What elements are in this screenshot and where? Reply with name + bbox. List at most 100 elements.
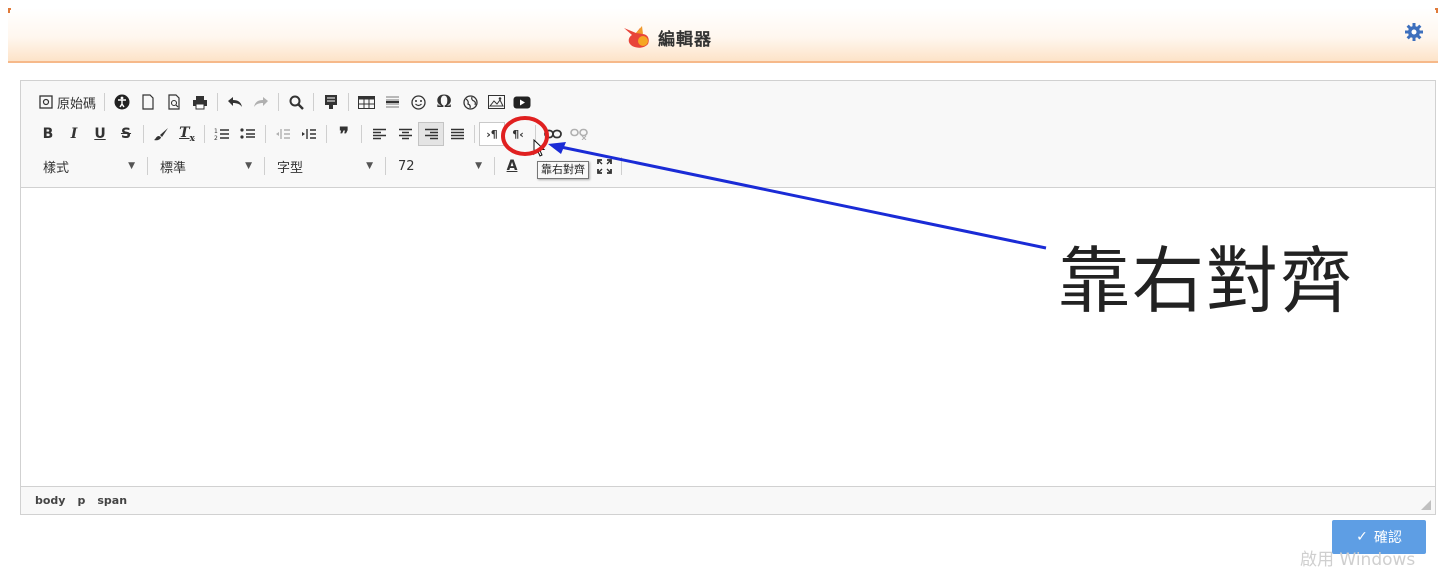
numbered-list-button[interactable]: 12 <box>209 122 235 146</box>
source-button-label: 原始碼 <box>57 96 97 112</box>
toolbar-separator <box>204 125 205 143</box>
outdent-button[interactable] <box>270 122 296 146</box>
ltr-icon: ›¶ <box>486 127 498 141</box>
smiley-button[interactable] <box>405 90 431 114</box>
table-icon <box>357 95 375 109</box>
accessibility-icon <box>114 94 130 110</box>
app-header: 編輯器 <box>8 8 1438 63</box>
path-crumb-p[interactable]: p <box>77 494 85 507</box>
svg-text:1: 1 <box>214 128 218 135</box>
brand: 編輯器 <box>622 22 712 52</box>
paintbrush-icon <box>154 128 168 141</box>
print-icon <box>193 95 208 109</box>
indent-button[interactable] <box>296 122 322 146</box>
chevron-down-icon: ▼ <box>475 161 482 171</box>
toolbar-separator <box>494 157 495 175</box>
toolbar-separator <box>264 157 265 175</box>
bulleted-list-button[interactable] <box>235 122 261 146</box>
bird-logo-icon <box>624 26 649 48</box>
unlink-button[interactable] <box>566 122 592 146</box>
redo-button[interactable] <box>248 90 274 114</box>
align-center-button[interactable] <box>392 122 418 146</box>
bulleted-list-icon <box>240 128 255 139</box>
annotation-label: 靠右對齊 <box>1058 239 1355 323</box>
align-justify-icon <box>450 128 464 140</box>
ltr-button[interactable]: ›¶ <box>479 122 505 146</box>
preview-button[interactable] <box>161 90 187 114</box>
settings-button[interactable] <box>1404 22 1424 42</box>
font-combo-label: 字型 <box>277 160 304 176</box>
bold-button[interactable]: B <box>35 122 61 146</box>
globe-icon <box>462 94 478 110</box>
align-justify-button[interactable] <box>444 122 470 146</box>
toolbar-row-1: 原始碼 Ω <box>35 89 535 115</box>
new-page-icon <box>142 94 154 110</box>
text-color-button[interactable]: A <box>499 154 525 178</box>
chevron-down-icon: ▼ <box>245 161 252 171</box>
format-combo-label: 標準 <box>160 160 187 176</box>
blockquote-button[interactable]: ❞ <box>331 122 357 146</box>
special-char-button[interactable]: Ω <box>431 90 457 114</box>
omega-icon: Ω <box>436 92 452 112</box>
toolbar-separator <box>265 125 266 143</box>
style-combo[interactable]: 樣式 ▼ <box>35 154 143 178</box>
font-size-combo[interactable]: 72 ▼ <box>390 154 490 178</box>
path-crumb-span[interactable]: span <box>97 494 127 507</box>
align-right-icon <box>424 128 438 140</box>
format-combo[interactable]: 標準 ▼ <box>152 154 260 178</box>
find-button[interactable] <box>283 90 309 114</box>
video-icon <box>513 96 531 108</box>
header-corner-right <box>1435 8 1438 13</box>
preview-icon <box>168 94 180 110</box>
maximize-button[interactable] <box>591 154 617 178</box>
check-icon: ✓ <box>1356 529 1368 545</box>
tooltip: 靠右對齊 <box>537 161 589 179</box>
text-color-icon: A <box>506 158 518 174</box>
clear-format-icon: Tx <box>179 124 195 144</box>
page-title: 編輯器 <box>658 29 712 50</box>
italic-button[interactable]: I <box>61 122 87 146</box>
youtube-button[interactable] <box>509 90 535 114</box>
toolbar-separator <box>348 93 350 111</box>
confirm-button-label: 確認 <box>1373 530 1402 546</box>
strikethrough-icon: S <box>120 126 132 142</box>
toolbar-separator <box>313 93 315 111</box>
link-icon <box>544 129 562 139</box>
undo-button[interactable] <box>222 90 248 114</box>
remove-format-button[interactable]: Tx <box>174 122 200 146</box>
horizontal-line-button[interactable] <box>379 90 405 114</box>
image-icon <box>487 95 505 109</box>
print-button[interactable] <box>187 90 213 114</box>
align-left-icon <box>372 128 386 140</box>
strike-button[interactable]: S <box>113 122 139 146</box>
accessibility-button[interactable] <box>109 90 135 114</box>
horizontal-line-icon <box>385 96 399 108</box>
mouse-cursor-icon <box>533 139 546 157</box>
quote-icon: ❞ <box>339 123 349 145</box>
search-icon <box>289 95 304 110</box>
undo-icon <box>228 97 243 107</box>
toolbar-separator <box>621 157 622 175</box>
source-icon <box>39 95 53 109</box>
source-button[interactable]: 原始碼 <box>35 90 100 114</box>
table-button[interactable] <box>353 90 379 114</box>
underline-button[interactable]: U <box>87 122 113 146</box>
smiley-icon <box>410 94 426 110</box>
italic-icon: I <box>70 126 78 142</box>
new-page-button[interactable] <box>135 90 161 114</box>
numbered-list-icon: 12 <box>214 128 229 141</box>
align-left-button[interactable] <box>366 122 392 146</box>
copy-format-button[interactable] <box>148 122 174 146</box>
bold-icon: B <box>42 126 54 142</box>
font-combo[interactable]: 字型 ▼ <box>269 154 381 178</box>
resize-handle[interactable] <box>1421 500 1431 510</box>
image-button[interactable] <box>483 90 509 114</box>
rtl-button[interactable]: ¶‹ <box>505 122 531 146</box>
iframe-button[interactable] <box>457 90 483 114</box>
toolbar-row-2: B I U S Tx 12 ❞ ›¶ ¶‹ <box>35 121 592 147</box>
chevron-down-icon: ▼ <box>366 161 373 171</box>
toolbar-separator <box>147 157 148 175</box>
align-right-button[interactable] <box>418 122 444 146</box>
template-button[interactable] <box>318 90 344 114</box>
path-crumb-body[interactable]: body <box>35 494 65 507</box>
